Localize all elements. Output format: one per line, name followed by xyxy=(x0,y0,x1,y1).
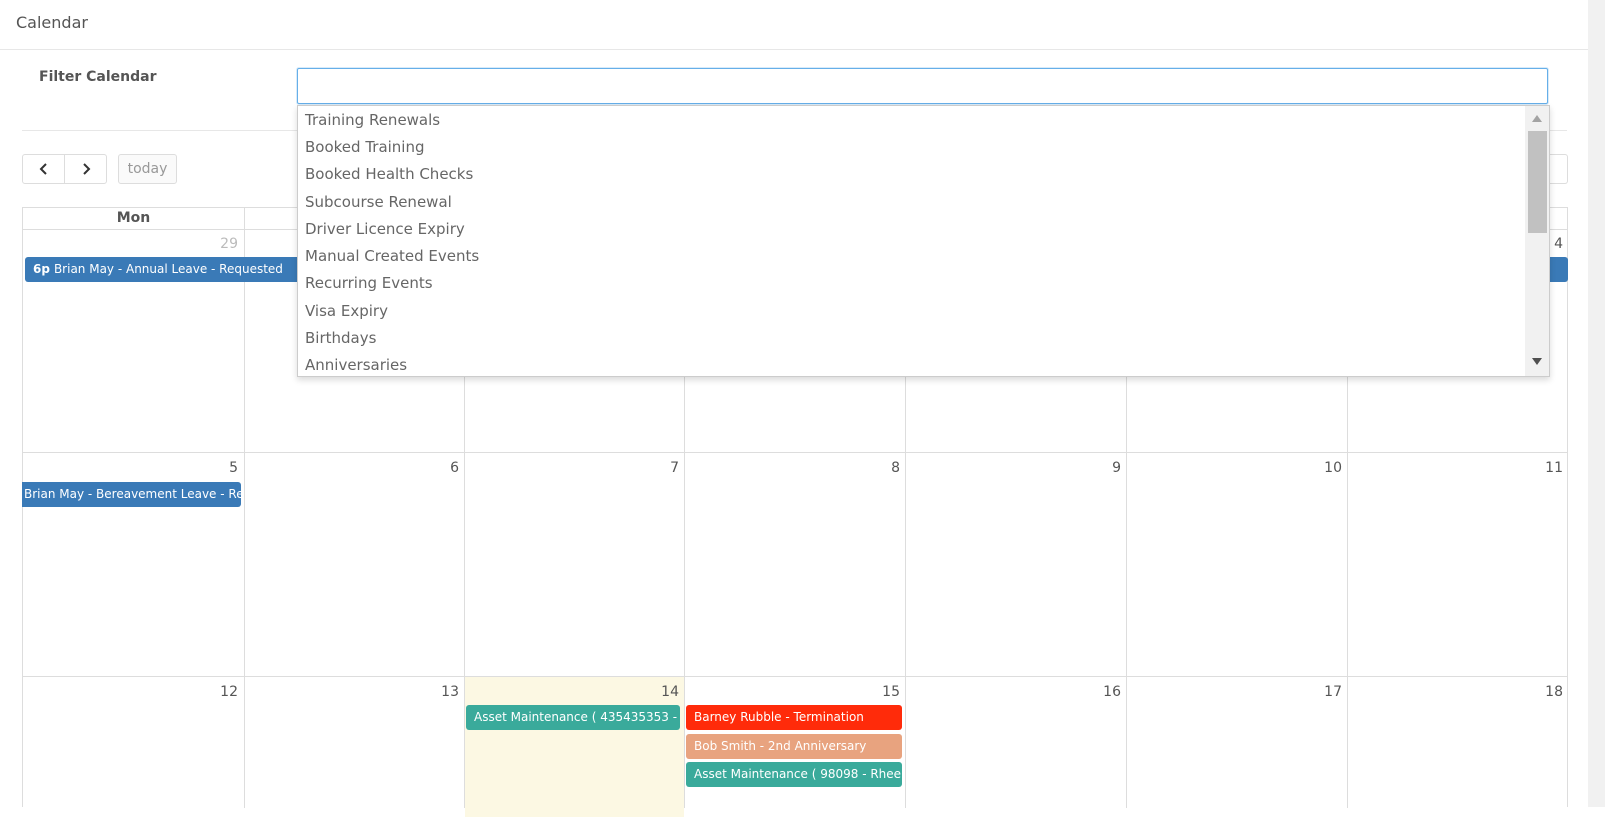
dropdown-option[interactable]: Birthdays xyxy=(305,329,376,347)
week-row-2: 5 6 7 8 9 10 11 xyxy=(23,453,1567,677)
event-label: Bob Smith - 2nd Anniversary xyxy=(694,739,867,753)
day-number[interactable]: 12 xyxy=(198,684,238,700)
event-bereavement-leave[interactable]: Brian May - Bereavement Leave - Re xyxy=(22,482,241,507)
filter-label: Filter Calendar xyxy=(39,69,157,85)
event-label: Asset Maintenance ( 98098 - Rheer xyxy=(694,767,902,781)
day-number[interactable]: 15 xyxy=(860,684,900,700)
event-termination[interactable]: Barney Rubble - Termination xyxy=(686,705,902,730)
scrollbar-thumb[interactable] xyxy=(1528,131,1547,233)
day-number[interactable]: 8 xyxy=(860,460,900,476)
event-anniversary[interactable]: Bob Smith - 2nd Anniversary xyxy=(686,734,902,759)
event-asset-maintenance[interactable]: Asset Maintenance ( 435435353 - F xyxy=(466,705,680,730)
event-label: Barney Rubble - Termination xyxy=(694,710,864,724)
dropdown-option[interactable]: Recurring Events xyxy=(305,274,433,292)
day-number[interactable]: 6 xyxy=(419,460,459,476)
prev-button[interactable] xyxy=(22,154,65,184)
event-time: 6p xyxy=(33,262,50,276)
event-asset-maintenance[interactable]: Asset Maintenance ( 98098 - Rheer xyxy=(686,762,902,787)
day-number[interactable]: 7 xyxy=(639,460,679,476)
scroll-down-icon[interactable] xyxy=(1532,358,1542,365)
page-header: Calendar xyxy=(0,0,1588,50)
day-number[interactable]: 11 xyxy=(1523,460,1563,476)
event-label: Brian May - Bereavement Leave - Re xyxy=(24,487,241,501)
dropdown-option[interactable]: Booked Health Checks xyxy=(305,165,473,183)
dropdown-scrollbar[interactable] xyxy=(1525,106,1549,376)
dropdown-option[interactable]: Visa Expiry xyxy=(305,302,388,320)
header-mon: Mon xyxy=(116,210,151,226)
dropdown-option[interactable]: Anniversaries xyxy=(305,356,407,374)
page-title: Calendar xyxy=(16,13,88,32)
chevron-right-icon xyxy=(82,163,90,175)
day-number[interactable]: 18 xyxy=(1523,684,1563,700)
next-button[interactable] xyxy=(64,154,107,184)
filter-input[interactable] xyxy=(297,68,1548,104)
today-button[interactable]: today xyxy=(118,154,177,184)
day-number[interactable]: 16 xyxy=(1081,684,1121,700)
page-scrollbar[interactable] xyxy=(1588,0,1605,807)
dropdown-option[interactable]: Subcourse Renewal xyxy=(305,193,452,211)
chevron-left-icon xyxy=(39,163,47,175)
dropdown-option[interactable]: Driver Licence Expiry xyxy=(305,220,465,238)
event-label: Asset Maintenance ( 435435353 - F xyxy=(474,710,680,724)
day-number[interactable]: 14 xyxy=(639,684,679,700)
scroll-up-icon[interactable] xyxy=(1532,115,1542,122)
filter-dropdown: Training Renewals Booked Training Booked… xyxy=(297,105,1550,377)
dropdown-option[interactable]: Manual Created Events xyxy=(305,247,479,265)
dropdown-option[interactable]: Training Renewals xyxy=(305,111,440,129)
day-number[interactable]: 13 xyxy=(419,684,459,700)
day-number[interactable]: 9 xyxy=(1081,460,1121,476)
day-number[interactable]: 5 xyxy=(198,460,238,476)
day-number[interactable]: 17 xyxy=(1302,684,1342,700)
day-number[interactable]: 10 xyxy=(1302,460,1342,476)
event-label: Brian May - Annual Leave - Requested xyxy=(53,262,283,276)
dropdown-option[interactable]: Booked Training xyxy=(305,138,425,156)
day-number[interactable]: 29 xyxy=(198,236,238,252)
